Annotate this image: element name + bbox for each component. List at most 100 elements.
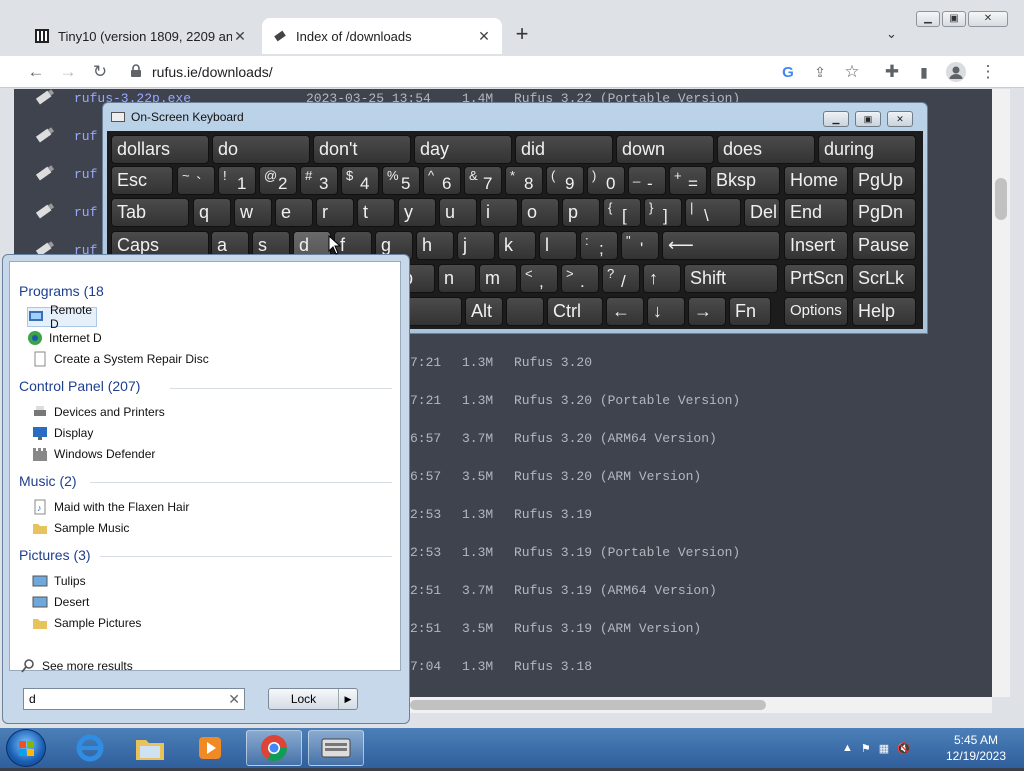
- side-panel-icon[interactable]: ▮: [912, 60, 936, 84]
- file-link[interactable]: ruf: [74, 205, 97, 220]
- programs-header[interactable]: Programs (18: [19, 283, 104, 299]
- tab-tiny10[interactable]: Tiny10 (version 1809, 2209 and 2 ✕: [24, 18, 258, 54]
- on-screen-keyboard-icon[interactable]: [308, 730, 364, 766]
- share-icon[interactable]: ⇪: [808, 60, 832, 84]
- key-symbol[interactable]: ~ `: [177, 166, 215, 195]
- media-player-icon[interactable]: [182, 730, 238, 766]
- key-prtscn[interactable]: PrtScn: [784, 264, 848, 293]
- clear-search-icon[interactable]: ✕: [228, 691, 240, 708]
- arrow-right-icon[interactable]: ▶: [339, 689, 357, 709]
- prediction-day[interactable]: day: [414, 135, 512, 164]
- osk-close-button[interactable]: ✕: [887, 111, 913, 127]
- result-remote-desktop[interactable]: Remote D: [27, 303, 97, 331]
- close-window-button[interactable]: ✕: [968, 11, 1008, 27]
- key-symbol[interactable]: }]: [644, 198, 682, 227]
- key-options[interactable]: Options: [784, 297, 848, 326]
- result-sample-music[interactable]: Sample Music: [32, 518, 129, 538]
- key-7[interactable]: & 7: [464, 166, 502, 195]
- maximize-button[interactable]: ▣: [942, 11, 966, 27]
- back-arrow-icon[interactable]: ←: [24, 60, 48, 84]
- start-search-box[interactable]: ✕: [23, 688, 245, 710]
- pictures-header[interactable]: Pictures (3): [19, 547, 91, 563]
- key-symbol[interactable]: ←: [606, 297, 644, 326]
- key-e[interactable]: e: [275, 198, 313, 227]
- key-ctrl[interactable]: Ctrl: [547, 297, 603, 326]
- key-pause[interactable]: Pause: [852, 231, 916, 260]
- key-symbol[interactable]: <,: [520, 264, 558, 293]
- result-maid-flaxen-hair[interactable]: ♪ Maid with the Flaxen Hair: [32, 497, 189, 517]
- key-help[interactable]: Help: [852, 297, 916, 326]
- action-center-flag-icon[interactable]: ⚑: [861, 742, 871, 755]
- key-blank[interactable]: [506, 297, 544, 326]
- key-symbol[interactable]: | \: [685, 198, 741, 227]
- result-desert[interactable]: Desert: [32, 592, 89, 612]
- extensions-puzzle-icon[interactable]: ✚: [880, 60, 904, 84]
- key-symbol[interactable]: {[: [603, 198, 641, 227]
- osk-maximize-button[interactable]: ▣: [855, 111, 881, 127]
- minimize-button[interactable]: ▁: [916, 11, 940, 27]
- key-symbol[interactable]: >.: [561, 264, 599, 293]
- tab-downloads[interactable]: Index of /downloads ✕: [262, 18, 502, 54]
- profile-avatar-icon[interactable]: [944, 60, 968, 84]
- key-3[interactable]: #3: [300, 166, 338, 195]
- file-link[interactable]: ruf: [74, 129, 97, 144]
- osk-minimize-button[interactable]: ▁: [823, 111, 849, 127]
- key-symbol[interactable]: →: [688, 297, 726, 326]
- key-fn[interactable]: Fn: [729, 297, 771, 326]
- chrome-icon[interactable]: [246, 730, 302, 766]
- result-sample-pictures[interactable]: Sample Pictures: [32, 613, 141, 633]
- key-pgup[interactable]: PgUp: [852, 166, 916, 195]
- key-end[interactable]: End: [784, 198, 848, 227]
- key-m[interactable]: m: [479, 264, 517, 293]
- key-alt[interactable]: Alt: [465, 297, 503, 326]
- result-display[interactable]: Display: [32, 423, 93, 443]
- start-orb-windows-icon[interactable]: [6, 729, 46, 767]
- lock-button[interactable]: Lock ▶: [268, 688, 358, 710]
- key-symbol[interactable]: :;: [580, 231, 618, 260]
- key-k[interactable]: k: [498, 231, 536, 260]
- key-h[interactable]: h: [416, 231, 454, 260]
- file-explorer-folder-icon[interactable]: [122, 730, 178, 766]
- vertical-scroll-thumb[interactable]: [995, 178, 1007, 220]
- result-tulips[interactable]: Tulips: [32, 571, 86, 591]
- close-tab-icon[interactable]: ✕: [476, 28, 492, 45]
- key-shift[interactable]: Shift: [684, 264, 778, 293]
- key-5[interactable]: % 5: [382, 166, 420, 195]
- key-r[interactable]: r: [316, 198, 354, 227]
- volume-muted-icon[interactable]: 🔇: [897, 742, 911, 755]
- search-input[interactable]: [24, 689, 224, 709]
- key-y[interactable]: y: [398, 198, 436, 227]
- key-o[interactable]: o: [521, 198, 559, 227]
- bookmark-star-icon[interactable]: ☆: [840, 60, 864, 84]
- key-symbol[interactable]: ? /: [602, 264, 640, 293]
- key-w[interactable]: w: [234, 198, 272, 227]
- key-j[interactable]: j: [457, 231, 495, 260]
- key-l[interactable]: l: [539, 231, 577, 260]
- file-link[interactable]: ruf: [74, 167, 97, 182]
- key-i[interactable]: i: [480, 198, 518, 227]
- see-more-results-link[interactable]: See more results: [20, 656, 133, 676]
- prediction-does[interactable]: does: [717, 135, 815, 164]
- horizontal-scroll-thumb[interactable]: [410, 700, 766, 710]
- key-9[interactable]: (9: [546, 166, 584, 195]
- forward-arrow-icon[interactable]: →: [56, 60, 80, 84]
- google-icon[interactable]: G: [776, 60, 800, 84]
- internet-explorer-icon[interactable]: [62, 730, 118, 766]
- prediction-did[interactable]: did: [515, 135, 613, 164]
- address-bar[interactable]: rufus.ie/downloads/: [124, 58, 868, 86]
- key-tab[interactable]: Tab: [111, 198, 189, 227]
- key-scrlk[interactable]: ScrLk: [852, 264, 916, 293]
- key-symbol[interactable]: " ': [621, 231, 659, 260]
- control-panel-header[interactable]: Control Panel (207): [19, 378, 140, 394]
- lock-label[interactable]: Lock: [269, 689, 339, 709]
- key-symbol[interactable]: _ -: [628, 166, 666, 195]
- result-internet-d[interactable]: Internet D: [27, 328, 102, 348]
- key-0[interactable]: ) 0: [587, 166, 625, 195]
- prediction-during[interactable]: during: [818, 135, 916, 164]
- key-u[interactable]: u: [439, 198, 477, 227]
- key-n[interactable]: n: [438, 264, 476, 293]
- key-insert[interactable]: Insert: [784, 231, 848, 260]
- music-header[interactable]: Music (2): [19, 473, 77, 489]
- show-hidden-icons-icon[interactable]: ▲: [842, 742, 853, 754]
- key-2[interactable]: @2: [259, 166, 297, 195]
